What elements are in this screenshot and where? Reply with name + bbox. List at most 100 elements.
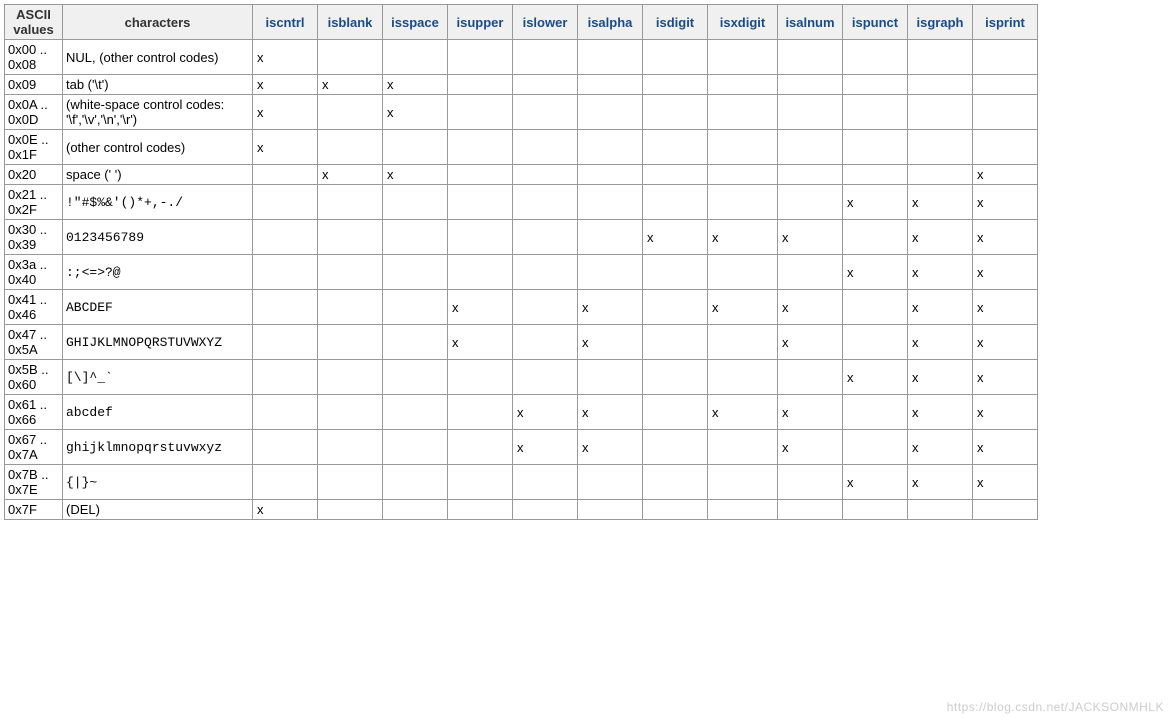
table-row: 0x61 .. 0x66abcdefxxxxxx bbox=[5, 395, 1038, 430]
cell-ascii-range: 0x00 .. 0x08 bbox=[5, 40, 63, 75]
table-row: 0x67 .. 0x7Aghijklmnopqrstuvwxyzxxxxx bbox=[5, 430, 1038, 465]
cell-mark bbox=[513, 500, 578, 520]
cell-ascii-range: 0x7F bbox=[5, 500, 63, 520]
col-isupper: isupper bbox=[448, 5, 513, 40]
cell-mark bbox=[253, 430, 318, 465]
cell-mark bbox=[448, 185, 513, 220]
table-row: 0x5B .. 0x60[\]^_`xxx bbox=[5, 360, 1038, 395]
cell-mark bbox=[643, 165, 708, 185]
cell-mark bbox=[643, 255, 708, 290]
cell-mark bbox=[643, 95, 708, 130]
cell-ascii-range: 0x5B .. 0x60 bbox=[5, 360, 63, 395]
cell-ascii-range: 0x47 .. 0x5A bbox=[5, 325, 63, 360]
col-isgraph: isgraph bbox=[908, 5, 973, 40]
cell-mark bbox=[843, 75, 908, 95]
cell-mark bbox=[383, 255, 448, 290]
col-isalpha: isalpha bbox=[578, 5, 643, 40]
cell-mark: x bbox=[643, 220, 708, 255]
cell-mark bbox=[253, 395, 318, 430]
cell-characters: 0123456789 bbox=[63, 220, 253, 255]
table-row: 0x21 .. 0x2F!"#$%&'()*+,-./xxx bbox=[5, 185, 1038, 220]
cell-mark bbox=[513, 165, 578, 185]
cell-mark bbox=[448, 465, 513, 500]
cell-characters: [\]^_` bbox=[63, 360, 253, 395]
cell-mark bbox=[643, 40, 708, 75]
cell-mark: x bbox=[778, 395, 843, 430]
cell-mark bbox=[578, 465, 643, 500]
cell-mark bbox=[708, 40, 778, 75]
cell-mark bbox=[513, 220, 578, 255]
cell-mark bbox=[513, 360, 578, 395]
cell-mark bbox=[383, 185, 448, 220]
cell-mark bbox=[843, 500, 908, 520]
cell-mark bbox=[448, 95, 513, 130]
cell-mark: x bbox=[383, 165, 448, 185]
table-header-row: ASCII values characters iscntrl isblank … bbox=[5, 5, 1038, 40]
cell-ascii-range: 0x21 .. 0x2F bbox=[5, 185, 63, 220]
cell-mark bbox=[578, 500, 643, 520]
col-isxdigit: isxdigit bbox=[708, 5, 778, 40]
cell-mark: x bbox=[908, 255, 973, 290]
cell-mark bbox=[708, 255, 778, 290]
cell-mark bbox=[778, 130, 843, 165]
cell-ascii-range: 0x09 bbox=[5, 75, 63, 95]
cell-ascii-range: 0x67 .. 0x7A bbox=[5, 430, 63, 465]
cell-mark bbox=[513, 130, 578, 165]
cell-mark bbox=[448, 430, 513, 465]
cell-mark bbox=[318, 130, 383, 165]
cell-mark bbox=[843, 290, 908, 325]
cell-mark bbox=[908, 500, 973, 520]
cell-mark bbox=[708, 360, 778, 395]
cell-mark: x bbox=[318, 165, 383, 185]
cell-mark: x bbox=[708, 220, 778, 255]
cell-ascii-range: 0x41 .. 0x46 bbox=[5, 290, 63, 325]
cell-mark bbox=[778, 255, 843, 290]
cell-mark: x bbox=[908, 395, 973, 430]
cell-ascii-range: 0x20 bbox=[5, 165, 63, 185]
cell-mark bbox=[448, 40, 513, 75]
cell-mark: x bbox=[973, 465, 1038, 500]
cell-mark bbox=[383, 220, 448, 255]
cell-mark: x bbox=[908, 465, 973, 500]
cell-mark bbox=[778, 95, 843, 130]
cell-ascii-range: 0x0E .. 0x1F bbox=[5, 130, 63, 165]
cell-ascii-range: 0x30 .. 0x39 bbox=[5, 220, 63, 255]
cell-characters: NUL, (other control codes) bbox=[63, 40, 253, 75]
cell-mark: x bbox=[708, 395, 778, 430]
table-row: 0x3a .. 0x40:;<=>?@xxx bbox=[5, 255, 1038, 290]
cell-mark bbox=[318, 290, 383, 325]
cell-mark bbox=[513, 95, 578, 130]
cell-mark: x bbox=[253, 95, 318, 130]
cell-mark bbox=[318, 395, 383, 430]
col-isspace: isspace bbox=[383, 5, 448, 40]
cell-mark bbox=[908, 75, 973, 95]
cell-mark bbox=[778, 185, 843, 220]
cell-mark bbox=[578, 165, 643, 185]
cell-mark bbox=[908, 130, 973, 165]
cell-mark bbox=[643, 360, 708, 395]
cell-mark bbox=[778, 40, 843, 75]
cell-mark bbox=[708, 75, 778, 95]
cell-characters: abcdef bbox=[63, 395, 253, 430]
cell-mark bbox=[513, 290, 578, 325]
cell-mark bbox=[778, 165, 843, 185]
cell-mark bbox=[383, 40, 448, 75]
cell-mark bbox=[643, 465, 708, 500]
cell-mark bbox=[778, 465, 843, 500]
cell-mark: x bbox=[708, 290, 778, 325]
cell-mark bbox=[708, 185, 778, 220]
cell-mark bbox=[843, 95, 908, 130]
cell-mark bbox=[318, 500, 383, 520]
watermark-text: https://blog.csdn.net/JACKSONMHLK bbox=[947, 700, 1164, 714]
cell-mark bbox=[513, 75, 578, 95]
cell-mark bbox=[843, 395, 908, 430]
cell-mark bbox=[643, 185, 708, 220]
col-isprint: isprint bbox=[973, 5, 1038, 40]
cell-characters: (DEL) bbox=[63, 500, 253, 520]
cell-mark: x bbox=[253, 130, 318, 165]
cell-mark bbox=[253, 165, 318, 185]
cell-mark: x bbox=[383, 95, 448, 130]
cell-mark bbox=[318, 360, 383, 395]
table-row: 0x09tab ('\t')xxx bbox=[5, 75, 1038, 95]
cell-mark bbox=[578, 130, 643, 165]
